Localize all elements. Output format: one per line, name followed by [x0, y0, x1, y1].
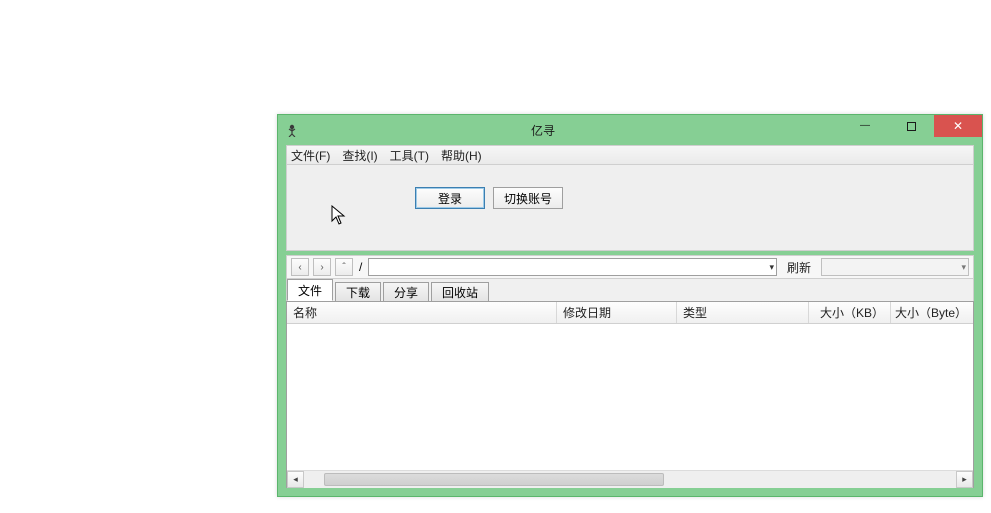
col-size-kb[interactable]: 大小（KB） — [809, 302, 891, 323]
close-button[interactable]: ✕ — [934, 115, 982, 137]
minimize-button[interactable]: — — [842, 115, 888, 137]
maximize-button[interactable] — [888, 115, 934, 137]
col-type[interactable]: 类型 — [677, 302, 809, 323]
scroll-track[interactable] — [304, 471, 956, 488]
col-modified[interactable]: 修改日期 — [557, 302, 677, 323]
nav-row: ‹ › ˆ / ▾ 刷新 ▾ — [286, 255, 974, 279]
search-select[interactable]: ▾ — [821, 258, 969, 276]
scroll-left-button[interactable]: ◂ — [287, 471, 304, 488]
menu-file[interactable]: 文件(F) — [291, 147, 330, 164]
cursor-icon — [331, 205, 347, 227]
tabs-row: 文件 下载 分享 回收站 — [286, 279, 974, 301]
col-name[interactable]: 名称 — [287, 302, 557, 323]
scroll-thumb[interactable] — [324, 473, 664, 486]
window-title: 亿寻 — [304, 122, 842, 139]
action-panel: 登录 切换账号 — [286, 165, 974, 251]
menu-tools[interactable]: 工具(T) — [390, 147, 429, 164]
tab-recycle[interactable]: 回收站 — [431, 282, 489, 302]
menu-help[interactable]: 帮助(H) — [441, 147, 482, 164]
menubar: 文件(F) 查找(I) 工具(T) 帮助(H) — [286, 145, 974, 165]
path-select[interactable]: ▾ — [368, 258, 777, 276]
horizontal-scrollbar[interactable]: ◂ ▸ — [287, 470, 973, 487]
scroll-right-button[interactable]: ▸ — [956, 471, 973, 488]
switch-account-button[interactable]: 切换账号 — [493, 187, 563, 209]
grid-header: 名称 修改日期 类型 大小（KB） 大小（Byte） — [287, 302, 973, 324]
grid-body[interactable] — [287, 324, 973, 470]
nav-up-button[interactable]: ˆ — [335, 258, 353, 276]
path-label: / — [357, 260, 364, 274]
menu-find[interactable]: 查找(I) — [342, 147, 377, 164]
file-grid: 名称 修改日期 类型 大小（KB） 大小（Byte） ◂ ▸ — [286, 301, 974, 488]
window-buttons: — ✕ — [842, 115, 982, 137]
app-icon — [284, 122, 300, 138]
titlebar: 亿寻 — ✕ — [278, 115, 982, 145]
button-row: 登录 切换账号 — [415, 187, 563, 209]
chevron-down-icon: ▾ — [961, 262, 966, 273]
chevron-down-icon: ▾ — [769, 262, 774, 273]
tab-share[interactable]: 分享 — [383, 282, 429, 302]
col-size-byte[interactable]: 大小（Byte） — [891, 302, 973, 323]
tab-files[interactable]: 文件 — [287, 279, 333, 301]
tab-downloads[interactable]: 下载 — [335, 282, 381, 302]
refresh-button[interactable]: 刷新 — [781, 259, 817, 276]
nav-back-button[interactable]: ‹ — [291, 258, 309, 276]
nav-forward-button[interactable]: › — [313, 258, 331, 276]
login-button[interactable]: 登录 — [415, 187, 485, 209]
app-window: 亿寻 — ✕ 文件(F) 查找(I) 工具(T) 帮助(H) 登录 切换账号 ‹… — [277, 114, 983, 497]
